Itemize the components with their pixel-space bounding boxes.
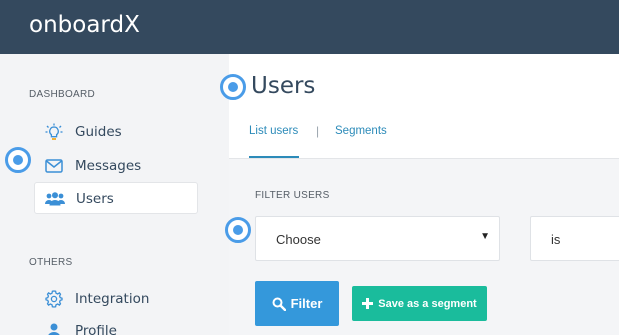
title-hotspot[interactable] [220, 74, 246, 100]
sidebar-item-messages[interactable]: Messages [34, 150, 198, 182]
sidebar-item-label: Guides [75, 124, 122, 140]
envelope-icon [44, 156, 64, 176]
filter-operator-select[interactable]: is [530, 216, 619, 261]
sidebar-item-profile[interactable]: Profile [34, 315, 198, 335]
tab-separator: | [316, 124, 320, 138]
sidebar-item-users[interactable]: Users [34, 182, 198, 214]
sidebar-item-integration[interactable]: Integration [34, 283, 198, 315]
users-icon [45, 189, 65, 209]
filter-label: FILTER USERS [255, 190, 330, 201]
main-content: Users List users | Segments FILTER USERS… [229, 54, 619, 335]
lightbulb-icon [44, 122, 64, 142]
sidebar-heading-dashboard: DASHBOARD [29, 89, 96, 100]
filter-hotspot[interactable] [225, 217, 251, 243]
sidebar-item-label: Profile [75, 323, 117, 335]
tab-segments[interactable]: Segments [335, 125, 387, 137]
save-segment-label: Save as a segment [378, 297, 477, 310]
caret-down-icon: ▼ [480, 231, 490, 242]
user-icon [44, 321, 64, 335]
brand-logo[interactable]: onboardX [29, 12, 140, 38]
sidebar: DASHBOARD Guides Messages Users OTHERS I… [0, 54, 229, 335]
filter-button[interactable]: Filter [255, 281, 339, 326]
tab-list-users[interactable]: List users [249, 125, 298, 137]
save-segment-button[interactable]: Save as a segment [352, 286, 487, 321]
select-value: is [551, 232, 561, 247]
page-title: Users [251, 73, 316, 99]
filter-field-select[interactable]: Choose ▼ [255, 216, 500, 261]
messages-hotspot[interactable] [5, 147, 31, 173]
filter-button-label: Filter [290, 296, 323, 311]
filter-panel: FILTER USERS Choose ▼ is Filter Save as … [229, 159, 619, 335]
select-value: Choose [276, 232, 321, 247]
sidebar-item-label: Messages [75, 158, 142, 174]
sidebar-item-guides[interactable]: Guides [34, 116, 198, 148]
sidebar-heading-others: OTHERS [29, 257, 73, 268]
search-icon [272, 297, 286, 311]
plus-icon [362, 298, 374, 309]
sidebar-item-label: Users [76, 191, 114, 207]
top-bar: onboardX [0, 0, 619, 54]
sidebar-item-label: Integration [75, 291, 150, 307]
gear-icon [44, 289, 64, 309]
